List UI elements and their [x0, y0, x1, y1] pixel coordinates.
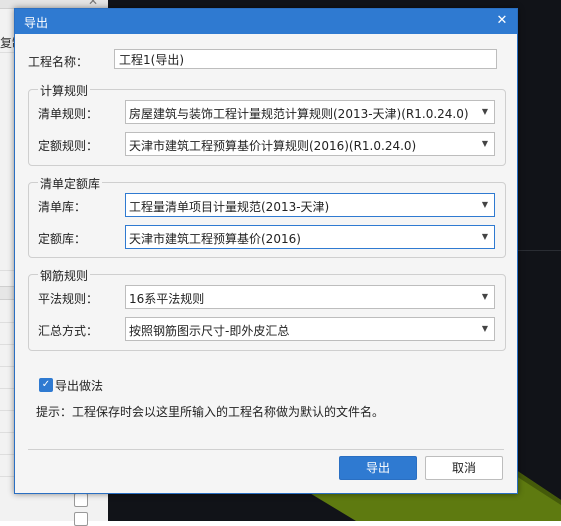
- quota-rule-label: 定额规则：: [38, 139, 99, 153]
- flat-rule-value: 16系平法规则: [129, 292, 205, 306]
- flat-rule-select[interactable]: 16系平法规则 ▼: [125, 285, 495, 309]
- quota-lib-value: 天津市建筑工程预算基价(2016): [129, 232, 301, 246]
- chevron-down-icon[interactable]: ▼: [480, 322, 490, 336]
- summary-method-value: 按照钢筋图示尺寸-即外皮汇总: [129, 324, 290, 338]
- quota-lib-select[interactable]: 天津市建筑工程预算基价(2016) ▼: [125, 225, 495, 249]
- project-name-label: 工程名称：: [28, 55, 89, 69]
- check-icon: ✓: [41, 379, 51, 390]
- bill-rule-select[interactable]: 房屋建筑与装饰工程计量规范计算规则(2013-天津)(R1.0.24.0) ▼: [125, 100, 495, 124]
- hint-text: 提示：工程保存时会以这里所输入的工程名称做为默认的文件名。: [36, 405, 385, 419]
- dialog-titlebar[interactable]: 导出 ✕: [15, 9, 517, 34]
- calc-rules-legend: 计算规则: [38, 82, 91, 99]
- chevron-down-icon[interactable]: ▼: [480, 198, 490, 212]
- bill-rule-label: 清单规则：: [38, 107, 99, 121]
- bill-rule-value: 房屋建筑与装饰工程计量规范计算规则(2013-天津)(R1.0.24.0): [129, 107, 469, 121]
- chevron-down-icon[interactable]: ▼: [480, 137, 490, 151]
- close-icon[interactable]: ✕: [493, 11, 511, 31]
- flat-rule-label: 平法规则：: [38, 292, 99, 306]
- background-row-checkbox[interactable]: [74, 493, 88, 507]
- summary-method-select[interactable]: 按照钢筋图示尺寸-即外皮汇总 ▼: [125, 317, 495, 341]
- bill-quota-lib-legend: 清单定额库: [38, 175, 103, 192]
- export-button[interactable]: 导出: [339, 456, 417, 480]
- background-row-checkbox[interactable]: [74, 512, 88, 526]
- bill-lib-select[interactable]: 工程量清单项目计量规范(2013-天津) ▼: [125, 193, 495, 217]
- bill-lib-value: 工程量清单项目计量规范(2013-天津): [129, 200, 330, 214]
- summary-method-label: 汇总方式：: [38, 324, 99, 338]
- quota-lib-label: 定额库：: [38, 232, 87, 246]
- rebar-rules-group: 钢筋规则 平法规则： 16系平法规则 ▼ 汇总方式： 按照钢筋图示尺寸-即外皮汇…: [28, 267, 506, 351]
- quota-rule-value: 天津市建筑工程预算基价计算规则(2016)(R1.0.24.0): [129, 139, 417, 153]
- chevron-down-icon[interactable]: ▼: [480, 290, 490, 304]
- rebar-rules-legend: 钢筋规则: [38, 267, 91, 284]
- footer-divider: [28, 449, 504, 450]
- project-name-input[interactable]: [114, 49, 497, 69]
- bill-quota-lib-group: 清单定额库 清单库： 工程量清单项目计量规范(2013-天津) ▼ 定额库： 天…: [28, 175, 506, 258]
- calc-rules-group: 计算规则 清单规则： 房屋建筑与装饰工程计量规范计算规则(2013-天津)(R1…: [28, 82, 506, 166]
- cancel-button[interactable]: 取消: [425, 456, 503, 480]
- bill-lib-label: 清单库：: [38, 200, 87, 214]
- export-dialog: 导出 ✕ 工程名称： 计算规则 清单规则： 房屋建筑与装饰工程计量规范计算规则(…: [14, 8, 518, 494]
- dialog-title: 导出: [24, 16, 49, 30]
- chevron-down-icon[interactable]: ▼: [480, 230, 490, 244]
- export-method-label[interactable]: 导出做法: [55, 377, 103, 394]
- export-method-checkbox[interactable]: ✓: [39, 378, 53, 392]
- chevron-down-icon[interactable]: ▼: [480, 105, 490, 119]
- background-close-icon[interactable]: ✕: [88, 0, 98, 8]
- quota-rule-select[interactable]: 天津市建筑工程预算基价计算规则(2016)(R1.0.24.0) ▼: [125, 132, 495, 156]
